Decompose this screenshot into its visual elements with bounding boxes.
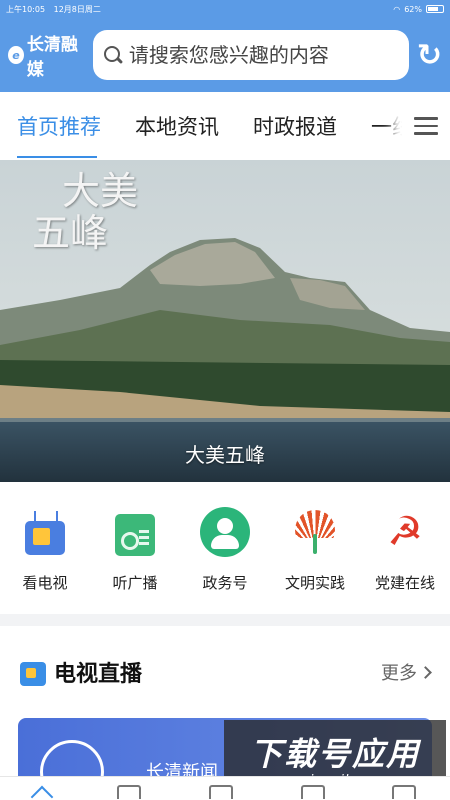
quick-link-label: 听广播 (112, 574, 158, 592)
banner-calligraphy: 大美 五峰 (32, 170, 138, 254)
status-date: 12月8日周二 (53, 4, 101, 14)
banner-carousel[interactable]: 大美 五峰 大美五峰 (0, 160, 450, 482)
tv-live-section-header: 电视直播 更多 (0, 626, 450, 718)
video-icon[interactable] (117, 785, 142, 799)
party-emblem-icon: ☭ (387, 509, 423, 555)
tv-live-icon (20, 662, 46, 686)
quick-link-label: 文明实践 (284, 574, 345, 592)
tab-politics[interactable]: 时政报道 (236, 92, 354, 160)
tab-local-news[interactable]: 本地资讯 (118, 92, 236, 160)
section-divider (0, 614, 450, 626)
official-person-icon (200, 507, 250, 557)
quick-link-government[interactable]: 政务号 (185, 504, 265, 614)
channel-tabs: 首页推荐 本地资讯 时政报道 一线采 (0, 92, 450, 160)
logo-mark-icon: e (8, 46, 24, 64)
app-logo: e 长清融媒 (8, 30, 87, 80)
quick-link-label: 政务号 (202, 574, 248, 592)
quick-link-label: 看电视 (22, 574, 68, 592)
battery-icon (426, 5, 444, 13)
active-tab-indicator (17, 156, 97, 158)
section-title: 电视直播 (54, 662, 143, 687)
more-label: 更多 (381, 663, 417, 684)
bottom-navigation (0, 776, 450, 800)
status-time: 上午10:05 (6, 4, 46, 14)
tv-icon (25, 521, 65, 555)
civilization-fan-icon (291, 508, 339, 556)
search-box[interactable] (92, 30, 409, 80)
discover-icon[interactable] (208, 785, 233, 799)
search-icon (103, 45, 123, 65)
quick-link-party[interactable]: ☭ 党建在线 (365, 504, 445, 614)
battery-percent: 62% (404, 4, 422, 14)
status-bar: 上午10:05 12月8日周二 ◠ 62% (0, 0, 450, 18)
more-link[interactable]: 更多 (381, 659, 432, 685)
channel-menu-icon[interactable] (402, 92, 450, 160)
tab-home-recommend[interactable]: 首页推荐 (0, 92, 118, 160)
quick-link-label: 党建在线 (374, 574, 435, 592)
app-screen: 上午10:05 12月8日周二 ◠ 62% e 长清融媒 ↻ 首页推荐 本地资讯… (0, 0, 450, 800)
refresh-icon[interactable]: ↻ (417, 38, 442, 73)
chevron-right-icon (419, 665, 432, 679)
wifi-icon: ◠ (393, 4, 401, 14)
quick-link-civilization[interactable]: 文明实践 (275, 504, 355, 614)
quick-links: 看电视 听广播 政务号 文明实践 ☭ 党建在线 (0, 482, 450, 614)
quick-link-radio[interactable]: 听广播 (95, 504, 175, 614)
watermark-title: 下载号应用 (249, 734, 420, 773)
top-header: e 长清融媒 ↻ (0, 18, 450, 92)
search-input[interactable] (128, 43, 399, 67)
calligraphy-line-1: 大美 (62, 169, 139, 213)
calligraphy-line-2: 五峰 (32, 211, 109, 255)
quick-link-tv[interactable]: 看电视 (5, 504, 85, 614)
app-logo-text: 长清融媒 (26, 35, 78, 80)
home-icon[interactable] (30, 785, 54, 800)
profile-icon[interactable] (392, 785, 417, 799)
service-icon[interactable] (300, 785, 325, 799)
banner-caption: 大美五峰 (185, 443, 265, 467)
radio-icon (115, 514, 155, 556)
